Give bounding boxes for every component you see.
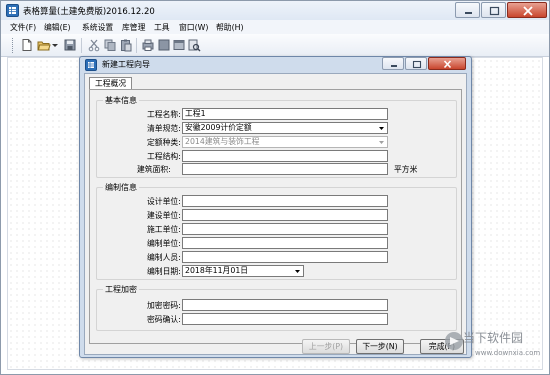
dialog-maximize-button[interactable] [405, 57, 427, 70]
group-legend: 编制信息 [103, 182, 139, 193]
compiler-unit-input[interactable] [182, 237, 388, 249]
new-project-wizard-dialog: 新建工程向导 工程概况 基本信息 工程名称: 工程1 清单规范: 安徽2009计… [79, 56, 472, 358]
cut-icon[interactable] [87, 38, 101, 52]
spec-select-value: 安徽2009计价定额 [185, 123, 252, 132]
preview-icon[interactable] [187, 38, 201, 52]
password-confirm-input[interactable] [182, 313, 388, 325]
group-compile-info: 编制信息 设计单位: 建设单位: 施工单位: 编制单位: 编制人员: 编制日期:… [96, 182, 457, 280]
design-unit-label: 设计单位: [147, 197, 181, 206]
compiler-person-input[interactable] [182, 251, 388, 263]
quota-select-value: 2014建筑与装饰工程 [185, 137, 260, 146]
dialog-title-bar[interactable]: 新建工程向导 [80, 57, 471, 72]
next-button[interactable]: 下一步(N) [356, 339, 404, 354]
project-name-input[interactable]: 工程1 [182, 108, 388, 120]
toolbar [1, 34, 549, 57]
build-unit-input[interactable] [182, 209, 388, 221]
group-legend: 工程加密 [103, 284, 139, 295]
build-unit-label: 建设单位: [147, 211, 181, 220]
construct-unit-input[interactable] [182, 223, 388, 235]
dialog-minimize-button[interactable] [382, 57, 404, 70]
tab-panel: 基本信息 工程名称: 工程1 清单规范: 安徽2009计价定额 定额种类: 20… [89, 89, 462, 344]
password-input[interactable] [182, 299, 388, 311]
paste-icon[interactable] [119, 38, 133, 52]
window-title: 表格算量(土建免费版)2016.12.20 [23, 7, 155, 17]
password-label: 加密密码: [147, 301, 181, 310]
password-confirm-label: 密码确认: [147, 315, 181, 324]
dialog-close-button[interactable] [428, 57, 466, 70]
menu-library[interactable]: 库管理 [122, 22, 145, 33]
quota-label: 定额种类: [147, 138, 181, 147]
construct-unit-label: 施工单位: [147, 225, 181, 234]
area-input[interactable] [182, 163, 388, 175]
spec-select[interactable]: 安徽2009计价定额 [182, 122, 388, 134]
dialog-body: 工程概况 基本信息 工程名称: 工程1 清单规范: 安徽2009计价定额 定额种… [84, 73, 467, 355]
menu-file[interactable]: 文件(F) [10, 22, 36, 33]
layout-icon[interactable] [157, 38, 171, 52]
compile-date-label: 编制日期: [147, 267, 181, 276]
close-button[interactable] [507, 2, 547, 18]
chevron-down-icon [379, 141, 384, 144]
project-name-label: 工程名称: [147, 110, 181, 119]
open-folder-icon[interactable] [37, 38, 51, 52]
dialog-title: 新建工程向导 [102, 60, 150, 69]
structure-input[interactable] [182, 150, 388, 162]
compiler-person-label: 编制人员: [147, 253, 181, 262]
compile-date-value: 2018年11月01日 [185, 266, 249, 275]
prev-button: 上一步(P) [302, 339, 350, 354]
dialog-app-icon [85, 59, 97, 71]
compile-date-picker[interactable]: 2018年11月01日 [182, 265, 304, 277]
menu-tools[interactable]: 工具 [154, 22, 170, 33]
area-unit: 平方米 [394, 165, 418, 174]
watermark-url: www.downxia.com [475, 349, 541, 357]
minimize-button[interactable] [455, 2, 480, 18]
spec-label: 清单规范: [147, 124, 181, 133]
group-legend: 基本信息 [103, 95, 139, 106]
menu-help[interactable]: 帮助(H) [216, 22, 244, 33]
menu-bar: 文件(F) 编辑(E) 系统设置 库管理 工具 窗口(W) 帮助(H) [1, 20, 549, 34]
print-icon[interactable] [141, 38, 155, 52]
design-unit-input[interactable] [182, 195, 388, 207]
toolbar-separator [81, 38, 82, 53]
maximize-button[interactable] [481, 2, 506, 18]
menu-edit[interactable]: 编辑(E) [44, 22, 71, 33]
new-file-icon[interactable] [20, 38, 34, 52]
chevron-down-icon [379, 127, 384, 130]
maximize-icon [489, 6, 500, 16]
toolbar-grip[interactable] [12, 38, 15, 53]
minimize-icon [391, 65, 397, 67]
group-project-encryption: 工程加密 加密密码: 密码确认: [96, 284, 457, 331]
watermark-text: 当下软件园 [463, 331, 524, 345]
chevron-down-icon [295, 270, 300, 273]
copy-icon[interactable] [103, 38, 117, 52]
toolbar-separator [136, 38, 137, 53]
menu-system-settings[interactable]: 系统设置 [82, 22, 113, 33]
close-icon [443, 60, 452, 69]
maximize-icon [412, 60, 422, 69]
close-icon [523, 6, 533, 16]
quota-select: 2014建筑与装饰工程 [182, 136, 388, 148]
title-bar[interactable]: 表格算量(土建免费版)2016.12.20 [1, 1, 549, 20]
minimize-icon [465, 12, 472, 14]
menu-window[interactable]: 窗口(W) [179, 22, 208, 33]
dropdown-arrow-icon[interactable] [51, 38, 59, 52]
window-icon[interactable] [172, 38, 186, 52]
structure-label: 工程结构: [147, 152, 181, 161]
app-icon [6, 4, 19, 17]
compiler-unit-label: 编制单位: [147, 239, 181, 248]
main-window: 表格算量(土建免费版)2016.12.20 文件(F) 编辑(E) 系统设置 库… [0, 0, 550, 375]
save-icon[interactable] [63, 38, 77, 52]
area-label: 建筑面积: [137, 165, 171, 174]
group-basic-info: 基本信息 工程名称: 工程1 清单规范: 安徽2009计价定额 定额种类: 20… [96, 95, 457, 178]
